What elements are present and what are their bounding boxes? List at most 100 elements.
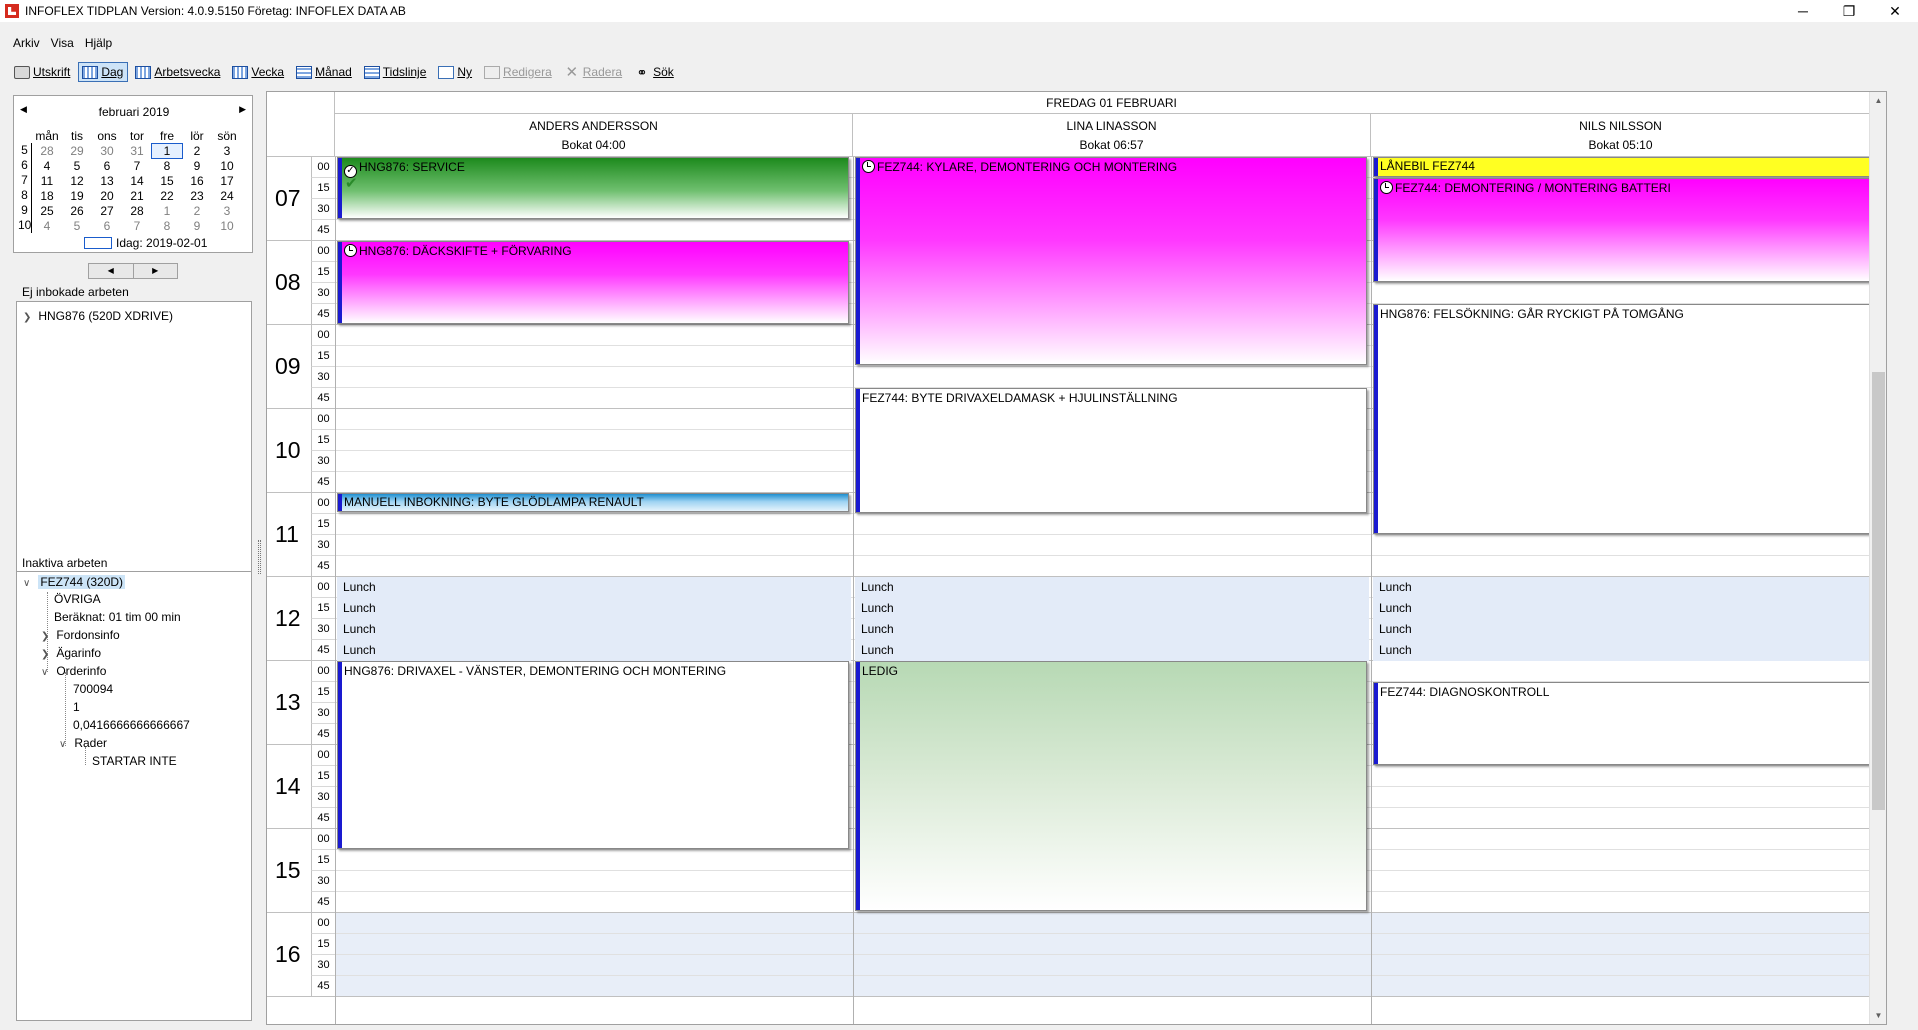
tree-item-rad[interactable]: STARTAR INTE — [92, 754, 177, 768]
resource-header-nils[interactable]: NILS NILSSON Bokat 05:10 — [1371, 114, 1871, 157]
vertical-scrollbar[interactable]: ▲ ▼ — [1869, 92, 1886, 1024]
appointment[interactable]: ✓ HNG876: SERVICE ✔ — [337, 157, 849, 219]
tree-item-order-value[interactable]: 700094 — [73, 682, 113, 696]
tree-item-order-value[interactable]: 0,0416666666666667 — [73, 718, 190, 732]
appointment[interactable]: FEZ744: BYTE DRIVAXELDAMASK + HJULINSTÄL… — [855, 388, 1367, 513]
calendar-day[interactable]: 21 — [122, 189, 152, 203]
lunch-slot[interactable]: Lunch — [855, 640, 1369, 661]
calendar-day[interactable]: 28 — [122, 204, 152, 218]
menu-visa[interactable]: Visa — [51, 36, 74, 54]
calendar-day[interactable]: 22 — [152, 189, 182, 203]
calendar-day[interactable]: 14 — [122, 174, 152, 188]
time-slot[interactable] — [335, 913, 1886, 934]
calendar-day[interactable]: 7 — [122, 159, 152, 173]
calendar-day[interactable]: 6 — [92, 219, 122, 233]
resource-header-anders[interactable]: ANDERS ANDERSSON Bokat 04:00 — [335, 114, 853, 157]
calendar-day[interactable]: 3 — [212, 204, 242, 218]
lunch-slot[interactable]: Lunch — [1373, 619, 1886, 640]
calendar-day[interactable]: 8 — [152, 219, 182, 233]
lunch-slot[interactable]: Lunch — [337, 640, 851, 661]
scroll-right-button[interactable]: ▶ — [134, 264, 178, 278]
calendar-next-month-button[interactable]: ▶ — [239, 104, 246, 115]
panel-splitter[interactable] — [258, 540, 261, 574]
resource-header-lina[interactable]: LINA LINASSON Bokat 06:57 — [853, 114, 1371, 157]
calendar-day[interactable]: 5 — [62, 159, 92, 173]
calendar-day[interactable]: 17 — [212, 174, 242, 188]
lunch-slot[interactable]: Lunch — [1373, 598, 1886, 619]
appointment[interactable]: FEZ744: DIAGNOSKONTROLL — [1373, 682, 1885, 765]
calendar-day[interactable]: 11 — [32, 174, 62, 188]
calendar-day[interactable]: 7 — [122, 219, 152, 233]
tree-item-agarinfo[interactable]: ❯ Ägarinfo — [41, 646, 101, 660]
time-slot[interactable] — [335, 976, 1886, 997]
calendar-day[interactable]: 3 — [212, 144, 242, 158]
search-button[interactable]: ⚭ Sök — [630, 62, 679, 82]
calendar-day[interactable]: 9 — [182, 219, 212, 233]
calendar-day[interactable]: 1 — [152, 204, 182, 218]
calendar-day[interactable]: 25 — [32, 204, 62, 218]
tree-item-ovriga[interactable]: ÖVRIGA — [54, 592, 101, 606]
calendar-day[interactable]: 6 — [92, 159, 122, 173]
lunch-slot[interactable]: Lunch — [855, 577, 1369, 598]
tree-item-beraknat[interactable]: Beräknat: 01 tim 00 min — [54, 610, 181, 624]
time-slot[interactable] — [335, 535, 1886, 556]
edit-button[interactable]: Redigera — [480, 62, 557, 82]
appointment[interactable]: FEZ744: DEMONTERING / MONTERING BATTERI — [1373, 178, 1885, 282]
calendar-day[interactable]: 2 — [182, 204, 212, 218]
calendar-day[interactable]: 10 — [212, 219, 242, 233]
tree-item-fordonsinfo[interactable]: ❯ Fordonsinfo — [41, 628, 120, 642]
tree-item-rader[interactable]: ∨ Rader — [59, 736, 107, 750]
lunch-slot[interactable]: Lunch — [1373, 577, 1886, 598]
calendar-day[interactable]: 16 — [182, 174, 212, 188]
calendar-day[interactable]: 20 — [92, 189, 122, 203]
today-link[interactable]: Idag: 2019-02-01 — [84, 236, 207, 250]
appointment[interactable]: HNG876: DRIVAXEL - VÄNSTER, DEMONTERING … — [337, 661, 849, 849]
time-slot[interactable] — [335, 556, 1886, 577]
appointment[interactable]: MANUELL INBOKNING: BYTE GLÖDLAMPA RENAUL… — [337, 493, 849, 512]
lunch-slot[interactable]: Lunch — [337, 577, 851, 598]
calendar-day[interactable]: 8 — [152, 159, 182, 173]
lunch-slot[interactable]: Lunch — [855, 619, 1369, 640]
tree-item-fez744[interactable]: ∨ FEZ744 (320D) — [23, 575, 126, 589]
calendar-day[interactable]: 29 — [62, 144, 92, 158]
appointment-free[interactable]: LEDIG — [855, 661, 1367, 911]
close-button[interactable]: ✕ — [1872, 0, 1918, 22]
calendar-day[interactable]: 10 — [212, 159, 242, 173]
restore-button[interactable]: ❐ — [1826, 0, 1872, 22]
lunch-slot[interactable]: Lunch — [337, 619, 851, 640]
calendar-day[interactable]: 31 — [122, 144, 152, 158]
lunch-slot[interactable]: Lunch — [855, 598, 1369, 619]
calendar-day[interactable]: 28 — [32, 144, 62, 158]
calendar-day[interactable]: 15 — [152, 174, 182, 188]
timeline-view-button[interactable]: Tidslinje — [360, 62, 432, 82]
calendar-day[interactable]: 13 — [92, 174, 122, 188]
new-button[interactable]: Ny — [434, 62, 477, 82]
workweek-view-button[interactable]: Arbetsvecka — [131, 62, 225, 82]
calendar-day[interactable]: 19 — [62, 189, 92, 203]
lunch-slot[interactable]: Lunch — [337, 598, 851, 619]
scroll-down-arrow-icon[interactable]: ▼ — [1870, 1007, 1886, 1024]
scroll-up-arrow-icon[interactable]: ▲ — [1870, 92, 1886, 109]
week-view-button[interactable]: Vecka — [228, 62, 289, 82]
appointment-loan-car[interactable]: LÅNEBIL FEZ744 — [1373, 157, 1885, 177]
calendar-day[interactable]: 24 — [212, 189, 242, 203]
calendar-day[interactable]: 2 — [182, 144, 212, 158]
calendar-day[interactable]: 12 — [62, 174, 92, 188]
calendar-day[interactable]: 4 — [32, 159, 62, 173]
calendar-day[interactable]: 18 — [32, 189, 62, 203]
minimize-button[interactable]: ─ — [1780, 0, 1826, 22]
tree-item-order-value[interactable]: 1 — [73, 700, 80, 714]
tree-item[interactable]: ❯ HNG876 (520D XDRIVE) — [23, 309, 173, 323]
calendar-day[interactable]: 23 — [182, 189, 212, 203]
delete-button[interactable]: ✕ Radera — [560, 62, 627, 82]
appointment[interactable]: HNG876: DÄCKSKIFTE + FÖRVARING — [337, 241, 849, 324]
calendar-day[interactable]: 9 — [182, 159, 212, 173]
calendar-day[interactable]: 5 — [62, 219, 92, 233]
calendar-day-selected[interactable]: 1 — [151, 142, 183, 159]
calendar-day[interactable]: 26 — [62, 204, 92, 218]
schedule-grid[interactable]: Lunch Lunch Lunch Lunch Lunch Lunch Lunch Lunch… — [335, 157, 1886, 1024]
scroll-left-button[interactable]: ◀ — [89, 264, 134, 278]
appointment[interactable]: FEZ744: KYLARE, DEMONTERING OCH MONTERIN… — [855, 157, 1367, 365]
print-button[interactable]: Utskrift — [10, 62, 75, 82]
time-slot[interactable] — [335, 955, 1886, 976]
